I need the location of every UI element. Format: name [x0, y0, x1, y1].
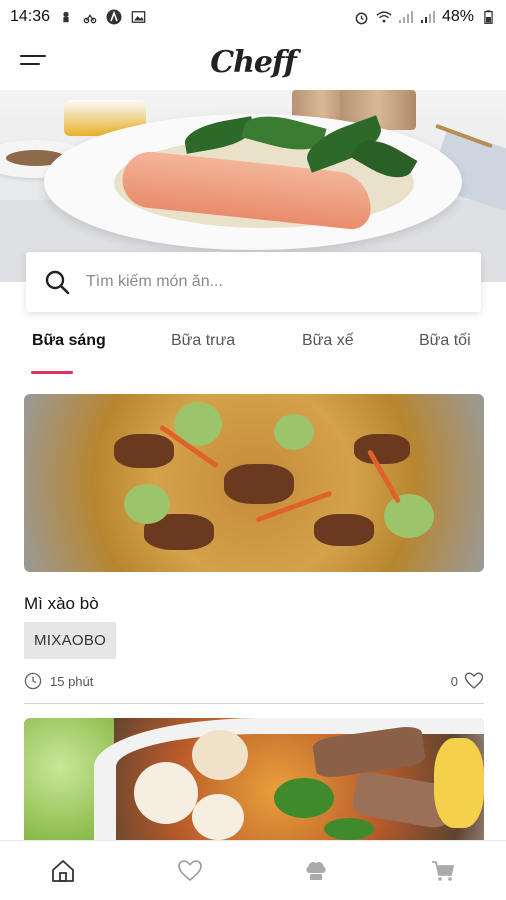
chef-hat-icon[interactable]	[303, 858, 329, 884]
wifi-icon	[376, 9, 392, 25]
nav-favorites[interactable]	[160, 841, 220, 900]
clock-icon	[24, 672, 42, 690]
recipe-image-bok-choy	[384, 494, 434, 538]
menu-line-bottom	[20, 63, 40, 65]
meal-tabs: Bữa sáng Bữa trưa Bữa xế Bữa tối	[0, 328, 506, 376]
tab-dinner[interactable]: Bữa tối	[419, 332, 471, 350]
cart-icon[interactable]	[430, 858, 456, 884]
recipe-image-corn	[434, 738, 484, 828]
recipe-image-meatball	[192, 794, 244, 840]
nav-home[interactable]	[33, 841, 93, 900]
delivery-icon	[82, 9, 98, 25]
menu-line-top	[20, 55, 46, 57]
bottom-navigation	[0, 840, 506, 900]
nav-cart[interactable]	[413, 841, 473, 900]
status-bar: 14:36 48%	[0, 0, 506, 34]
hamburger-menu-icon[interactable]	[20, 48, 48, 72]
recipe-image-beef	[224, 464, 294, 504]
hero-main-plate	[44, 108, 462, 250]
card-divider	[24, 703, 484, 704]
recipe-card[interactable]: Mì xào bò MIXAOBO 15 phút 0	[24, 394, 484, 704]
recipe-image-beef	[354, 434, 410, 464]
status-right: 48%	[354, 8, 496, 26]
recipe-image-meatball	[134, 762, 198, 824]
battery-icon	[480, 9, 496, 25]
recipe-meta: 15 phút 0	[24, 671, 484, 691]
home-icon[interactable]	[50, 858, 76, 884]
heart-icon[interactable]	[464, 672, 484, 690]
battery-percent: 48%	[441, 8, 474, 25]
recipe-tag: MIXAOBO	[24, 622, 117, 659]
status-time: 14:36	[10, 8, 51, 25]
recipe-image-bok-choy	[124, 484, 170, 524]
search-icon[interactable]	[44, 269, 70, 295]
search-bar[interactable]	[26, 252, 481, 312]
recipe-cook-time: 15 phút	[50, 673, 94, 689]
tab-afternoon-snack[interactable]: Bữa xế	[302, 332, 354, 350]
nav-chef[interactable]	[286, 841, 346, 900]
notification-icon	[58, 9, 74, 25]
recipe-title[interactable]: Mì xào bò	[24, 594, 484, 614]
tab-lunch[interactable]: Bữa trưa	[171, 332, 235, 350]
recipe-image-fishcake	[192, 730, 248, 780]
recipe-image[interactable]	[24, 394, 484, 572]
recipe-image[interactable]	[24, 718, 484, 840]
recipe-image-bok-choy	[274, 414, 314, 450]
app-logo: Cheff	[210, 44, 297, 80]
signal-2-icon	[420, 9, 436, 25]
recipe-likes[interactable]: 0	[451, 672, 484, 690]
signal-icon	[398, 9, 414, 25]
gallery-icon	[130, 9, 146, 25]
app-a-icon	[106, 9, 122, 25]
alarm-icon	[354, 9, 370, 25]
active-tab-indicator	[31, 371, 73, 374]
recipe-card[interactable]	[24, 718, 484, 840]
app-header: Cheff	[0, 34, 506, 90]
recipe-image-herbs	[274, 778, 334, 818]
tab-breakfast[interactable]: Bữa sáng	[32, 332, 106, 350]
recipe-image-beef	[114, 434, 174, 468]
recipe-image-herbs	[324, 818, 374, 840]
like-count: 0	[450, 673, 458, 689]
heart-icon[interactable]	[177, 858, 203, 884]
search-input[interactable]	[86, 273, 446, 291]
recipe-image-beef	[314, 514, 374, 546]
status-left: 14:36	[10, 8, 146, 26]
